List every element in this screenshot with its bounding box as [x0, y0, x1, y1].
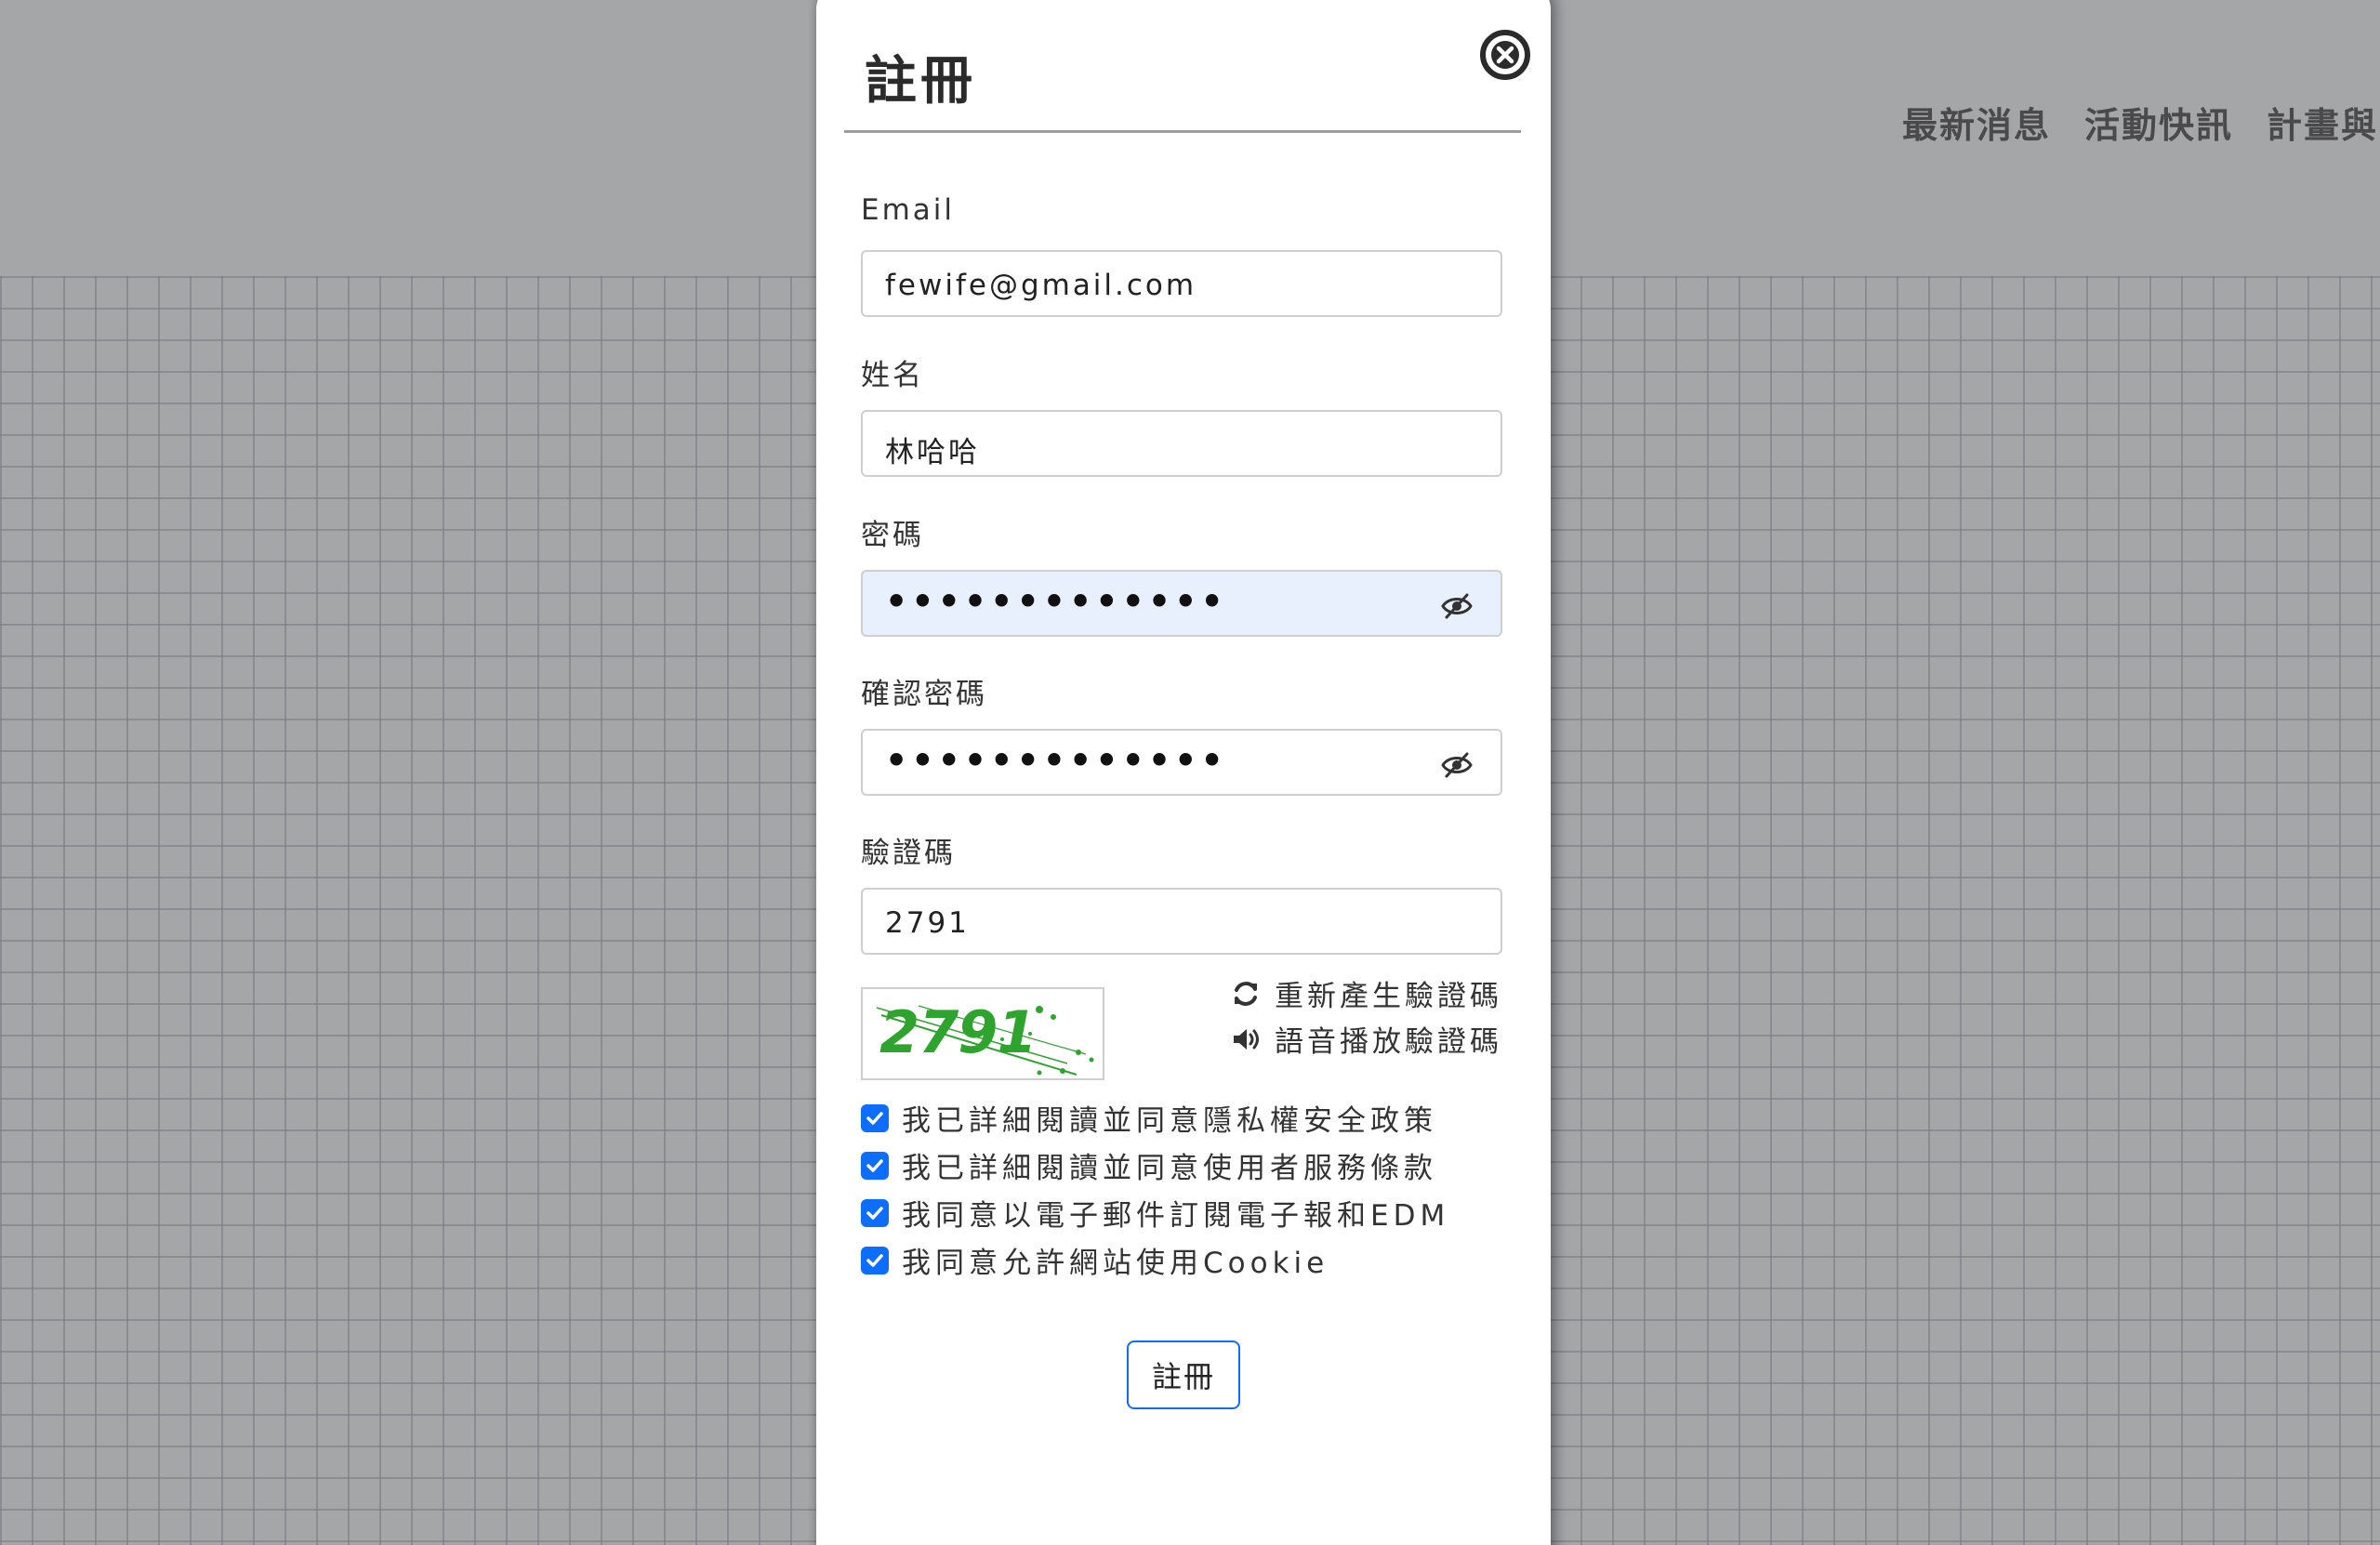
- name-value: 林哈哈: [885, 436, 980, 469]
- speaker-icon: [1234, 1028, 1259, 1050]
- captcha-image-text: 2791: [879, 998, 1038, 1066]
- newsletter-checkbox[interactable]: [861, 1198, 889, 1227]
- privacy-checkbox[interactable]: [861, 1103, 889, 1132]
- privacy-label: 我已詳細閱讀並同意隱私權安全政策: [902, 1104, 1437, 1138]
- refresh-captcha-label: 重新產生驗證碼: [1275, 980, 1502, 1013]
- nav-item-events[interactable]: 活動快訊: [2084, 97, 2233, 148]
- captcha-label: 驗證碼: [861, 837, 956, 870]
- cookie-checkbox[interactable]: [861, 1246, 889, 1274]
- password-value: •••••••••••••: [885, 581, 1227, 622]
- title-divider: [844, 130, 1521, 133]
- eye-slash-icon[interactable]: [1441, 751, 1473, 779]
- top-navigation: 最新消息 活動快訊 計畫與: [1902, 97, 2378, 148]
- checkmark-icon: [866, 1206, 883, 1220]
- close-circle-icon[interactable]: [1478, 28, 1532, 82]
- newsletter-label: 我同意以電子郵件訂閱電子報和EDM: [902, 1199, 1450, 1233]
- agreement-terms: 我已詳細閱讀並同意使用者服務條款: [861, 1144, 1437, 1186]
- password-label: 密碼: [861, 519, 924, 552]
- register-submit-button[interactable]: 註冊: [1127, 1340, 1240, 1409]
- cookie-label: 我同意允許網站使用Cookie: [902, 1247, 1329, 1280]
- modal-title: 註冊: [865, 51, 976, 112]
- eye-slash-icon[interactable]: [1441, 592, 1473, 620]
- refresh-icon: [1235, 981, 1257, 1006]
- name-field[interactable]: 林哈哈: [861, 410, 1502, 477]
- email-field[interactable]: fewife@gmail.com: [861, 250, 1502, 317]
- checkmark-icon: [866, 1111, 883, 1125]
- nav-item-news[interactable]: 最新消息: [1902, 97, 2051, 148]
- confirm-password-field[interactable]: •••••••••••••: [861, 729, 1502, 796]
- captcha-image: 2791: [861, 987, 1104, 1080]
- password-field[interactable]: •••••••••••••: [861, 570, 1502, 637]
- name-label: 姓名: [861, 359, 924, 392]
- captcha-input[interactable]: 2791: [861, 888, 1502, 955]
- terms-label: 我已詳細閱讀並同意使用者服務條款: [902, 1152, 1437, 1185]
- email-value: fewife@gmail.com: [885, 269, 1197, 302]
- email-label: Email: [861, 193, 956, 227]
- refresh-captcha-button[interactable]: 重新產生驗證碼: [1230, 972, 1502, 1014]
- confirm-password-value: •••••••••••••: [885, 740, 1227, 781]
- checkmark-icon: [866, 1158, 883, 1172]
- confirm-password-label: 確認密碼: [861, 678, 987, 711]
- audio-captcha-button[interactable]: 語音播放驗證碼: [1230, 1018, 1502, 1060]
- agreement-cookie: 我同意允許網站使用Cookie: [861, 1239, 1329, 1281]
- agreement-newsletter: 我同意以電子郵件訂閱電子報和EDM: [861, 1192, 1449, 1234]
- checkmark-icon: [866, 1253, 883, 1267]
- nav-item-projects[interactable]: 計畫與: [2267, 97, 2378, 148]
- register-modal: 註冊 Email fewife@gmail.com 姓名 林哈哈 密碼 ••••…: [816, 0, 1551, 1545]
- agreement-privacy: 我已詳細閱讀並同意隱私權安全政策: [861, 1097, 1437, 1139]
- captcha-input-value: 2791: [885, 906, 970, 940]
- terms-checkbox[interactable]: [861, 1151, 889, 1180]
- audio-captcha-label: 語音播放驗證碼: [1275, 1025, 1502, 1059]
